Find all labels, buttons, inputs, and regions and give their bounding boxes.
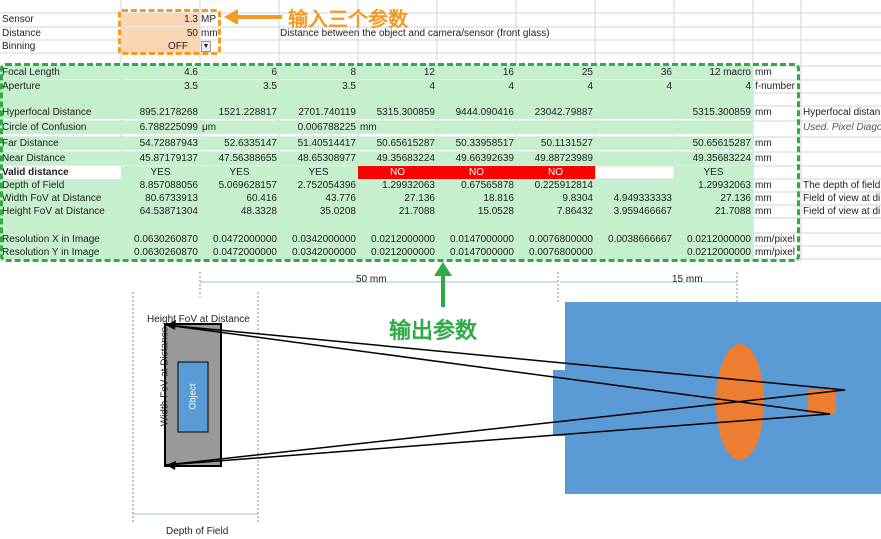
dof-note: The depth of field	[803, 180, 881, 191]
distance-label: Distance	[2, 28, 41, 39]
output-highlight-box	[0, 63, 800, 262]
input-highlight-box	[118, 9, 221, 55]
width-fov-label: Width FoV at Distance	[159, 326, 171, 427]
dim-50-label: 50 mm	[356, 274, 387, 285]
width-note: Field of view at di	[803, 193, 881, 204]
output-callout: 输出参数	[389, 319, 478, 344]
arrow-left-icon	[224, 9, 282, 25]
dof-label: Depth of Field	[166, 526, 229, 537]
input-callout: 输入三个参数	[288, 7, 408, 31]
sensor-label: Sensor	[2, 14, 34, 25]
dim-15-label: 15 mm	[672, 274, 703, 285]
binning-label: Binning	[2, 41, 36, 52]
front-glass	[553, 370, 565, 436]
coc-note: Used. Pixel Diago	[803, 122, 881, 133]
object-label: Object	[187, 383, 198, 410]
height-note: Field of view at di	[803, 206, 881, 217]
fov-diagram	[132, 262, 881, 524]
hyperfocal-note: Hyperfocal distan	[803, 107, 881, 118]
